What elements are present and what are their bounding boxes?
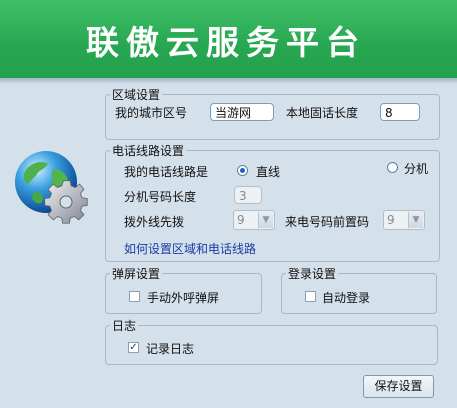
direct-line-radio[interactable] (237, 165, 248, 176)
auto-login-label: 自动登录 (322, 291, 371, 305)
my-line-label: 我的电话线路是 (124, 165, 209, 179)
extension-label: 分机 (404, 162, 429, 176)
extension-length-input[interactable]: 3 (234, 186, 262, 204)
header-banner: 联傲云服务平台 (0, 0, 457, 78)
city-code-label: 我的城市区号 (115, 106, 188, 120)
outside-line-select[interactable]: 9 ▼ (233, 210, 275, 230)
chevron-down-icon[interactable]: ▼ (258, 212, 273, 228)
caller-prefix-value: 9 (387, 213, 395, 227)
caller-prefix-select[interactable]: 9 ▼ (383, 210, 425, 230)
log-settings-legend: 日志 (112, 319, 137, 333)
area-settings-legend: 区域设置 (112, 88, 161, 102)
extension-length-label: 分机号码长度 (124, 190, 197, 204)
outside-line-value: 9 (237, 213, 245, 227)
record-log-label: 记录日志 (146, 342, 195, 356)
globe-gear-icon (15, 151, 88, 224)
caller-prefix-label: 来电号码前置码 (285, 215, 370, 229)
manual-popup-label: 手动外呼弹屏 (147, 291, 220, 305)
app-title: 联傲云服务平台 (86, 23, 366, 62)
city-code-input[interactable]: 当游网 (210, 103, 274, 121)
popup-settings-legend: 弹屏设置 (112, 267, 161, 281)
chevron-down-icon[interactable]: ▼ (408, 212, 423, 228)
login-settings-legend: 登录设置 (288, 267, 337, 281)
help-link[interactable]: 如何设置区域和电话线路 (124, 240, 256, 257)
outside-line-label: 拨外线先拨 (124, 215, 185, 229)
banner-shadow (0, 78, 457, 84)
record-log-checkbox[interactable]: ✓ (128, 342, 139, 353)
manual-popup-checkbox[interactable] (129, 291, 140, 302)
local-length-label: 本地固话长度 (286, 106, 359, 120)
local-length-input[interactable]: 8 (380, 103, 420, 121)
extension-radio[interactable] (387, 162, 398, 173)
direct-line-label: 直线 (256, 165, 281, 179)
save-settings-button[interactable]: 保存设置 (363, 375, 434, 398)
line-settings-legend: 电话线路设置 (112, 144, 185, 158)
auto-login-checkbox[interactable] (305, 291, 316, 302)
